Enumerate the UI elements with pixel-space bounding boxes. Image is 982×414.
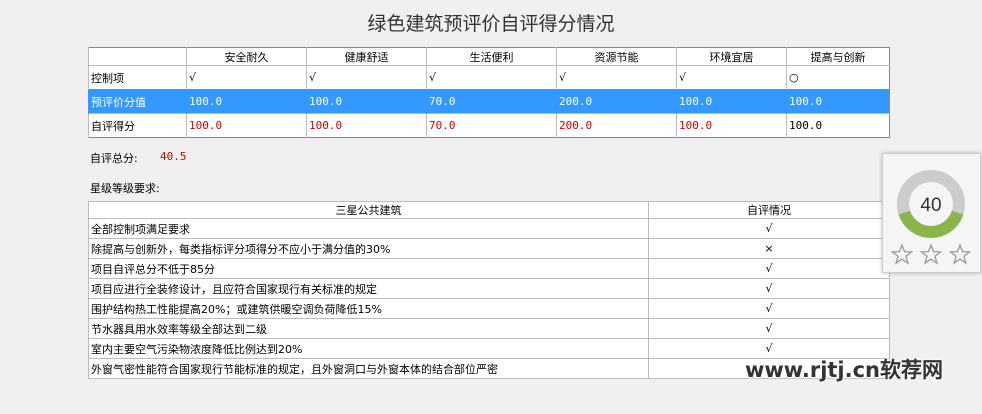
requirement-text: 项目应进行全装修设计，且应符合国家现行有关标准的规定 (88, 278, 649, 299)
status-mark: √ (648, 318, 890, 339)
table-row-self-score[interactable]: 自评得分 100.0 100.0 70.0 200.0 100.0 100.0 (88, 113, 890, 138)
star-rating[interactable] (890, 243, 972, 265)
row-label: 预评价分值 (88, 89, 187, 114)
requirements-header: 三星公共建筑 自评情况 (88, 201, 890, 219)
requirement-text: 除提高与创新外，每类指标评分项得分不应小于满分值的30% (88, 238, 649, 259)
column-header: 环境宜居 (676, 47, 787, 66)
status-mark: √ (648, 218, 890, 239)
status-mark: × (648, 238, 890, 259)
column-header: 三星公共建筑 (88, 201, 649, 219)
score-cell: 200.0 (556, 113, 677, 138)
score-cell: 100.0 (306, 113, 427, 138)
table-row[interactable]: 项目自评总分不低于85分 √ (88, 258, 890, 279)
score-gauge: 40 (890, 170, 972, 265)
status-mark: √ (648, 258, 890, 279)
requirement-text: 全部控制项满足要求 (88, 218, 649, 239)
table-row-pre-evaluation-score[interactable]: 预评价分值 100.0 100.0 70.0 200.0 100.0 100.0 (88, 89, 890, 114)
score-table-header: 安全耐久 健康舒适 生活便利 资源节能 环境宜居 提高与创新 (88, 47, 890, 66)
row-label: 自评得分 (88, 113, 187, 138)
check-cell: √ (676, 65, 787, 90)
column-header: 资源节能 (556, 47, 677, 66)
total-score-label: 自评总分: (90, 152, 138, 165)
row-label: 控制项 (88, 65, 187, 90)
requirement-text: 围护结构热工性能提高20%；或建筑供暖空调负荷降低15% (88, 298, 649, 319)
gauge-score: 40 (920, 195, 941, 216)
column-header: 健康舒适 (306, 47, 427, 66)
requirement-text: 外窗气密性能符合国家现行节能标准的规定，且外窗洞口与外窗本体的结合部位严密 (88, 358, 649, 379)
star-icon[interactable] (919, 243, 943, 265)
column-header: 安全耐久 (186, 47, 307, 66)
score-cell: 100.0 (186, 113, 307, 138)
table-row[interactable]: 全部控制项满足要求 √ (88, 218, 890, 239)
watermark-text: www.rjtj.cn软荐网 (745, 358, 944, 382)
score-cell: 200.0 (556, 89, 677, 114)
requirements-table: 三星公共建筑 自评情况 全部控制项满足要求 √ 除提高与创新外，每类指标评分项得… (88, 201, 890, 379)
page-title: 绿色建筑预评价自评得分情况 (367, 13, 615, 35)
column-header: 提高与创新 (786, 47, 890, 66)
score-cell: 100.0 (306, 89, 427, 114)
score-cell: 70.0 (426, 113, 557, 138)
table-row[interactable]: 项目应进行全装修设计，且应符合国家现行有关标准的规定 √ (88, 278, 890, 299)
check-cell: √ (556, 65, 677, 90)
total-score-value: 40.5 (160, 150, 187, 163)
star-icon[interactable] (948, 243, 972, 265)
score-cell: 100.0 (786, 113, 890, 138)
score-table: 安全耐久 健康舒适 生活便利 资源节能 环境宜居 提高与创新 控制项 √ √ √… (88, 47, 890, 138)
check-cell: √ (186, 65, 307, 90)
status-mark: √ (648, 278, 890, 299)
check-cell: ○ (786, 65, 890, 90)
star-icon[interactable] (890, 243, 914, 265)
star-requirements-title: 星级等级要求: (90, 182, 160, 195)
score-cell: 70.0 (426, 89, 557, 114)
column-header (88, 47, 187, 66)
check-cell: √ (426, 65, 557, 90)
score-cell: 100.0 (786, 89, 890, 114)
score-cell: 100.0 (186, 89, 307, 114)
table-row-control-items[interactable]: 控制项 √ √ √ √ √ ○ (88, 65, 890, 90)
table-row[interactable]: 节水器具用水效率等级全部达到二级 √ (88, 318, 890, 339)
score-cell: 100.0 (676, 113, 787, 138)
column-header: 生活便利 (426, 47, 557, 66)
check-cell: √ (306, 65, 427, 90)
rating-widget[interactable]: 40 (882, 153, 981, 273)
requirement-text: 室内主要空气污染物浓度降低比例达到20% (88, 338, 649, 359)
score-cell: 100.0 (676, 89, 787, 114)
table-row[interactable]: 围护结构热工性能提高20%；或建筑供暖空调负荷降低15% √ (88, 298, 890, 319)
status-mark: √ (648, 298, 890, 319)
requirement-text: 节水器具用水效率等级全部达到二级 (88, 318, 649, 339)
requirement-text: 项目自评总分不低于85分 (88, 258, 649, 279)
column-header: 自评情况 (648, 201, 890, 219)
table-row[interactable]: 除提高与创新外，每类指标评分项得分不应小于满分值的30% × (88, 238, 890, 259)
